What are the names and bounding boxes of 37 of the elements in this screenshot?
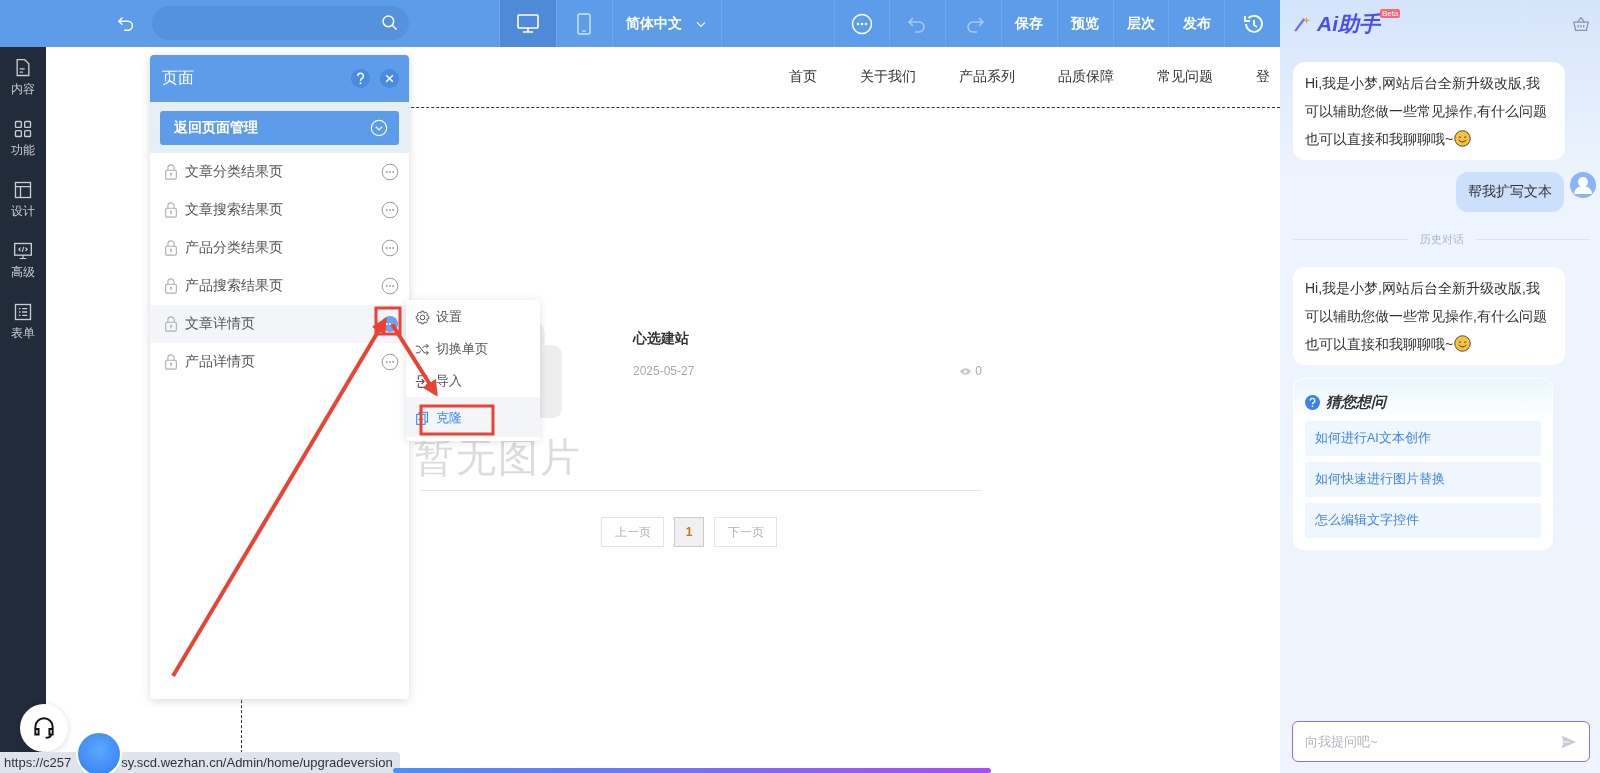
view-count: 0 [975, 364, 982, 378]
sidebar-item[interactable]: 设计 [0, 169, 46, 230]
menu-item[interactable]: 切换单页 [406, 333, 540, 365]
suggestion-item[interactable]: 怎么编辑文字控件 [1305, 503, 1541, 538]
chat-bubble: Hi,我是小梦,网站后台全新升级改版,我可以辅助您做一些常见操作,有什么问题也可以直接和我聊聊哦~ [1293, 267, 1565, 365]
nav-link[interactable]: 产品系列 [959, 68, 1015, 107]
page-list-item[interactable]: 产品分类结果页 [150, 229, 409, 267]
page-list-item[interactable]: 产品详情页 [150, 343, 409, 381]
chat-bubble: 帮我扩写文本 [1456, 172, 1564, 212]
chat-bubble: Hi,我是小梦,网站后台全新升级改版,我可以辅助您做一些常见操作,有什么问题也可以直接和我聊聊哦~ [1293, 62, 1565, 160]
status-url: https://c257 [4, 755, 72, 770]
page-list-item[interactable]: 文章分类结果页 [150, 153, 409, 191]
divider-label: 历史对话 [1293, 232, 1590, 247]
menu-item[interactable]: 导入 [406, 365, 540, 397]
page-list-item[interactable]: 产品搜索结果页 [150, 267, 409, 305]
article-title[interactable]: 心选建站 [633, 330, 982, 348]
sidebar-item[interactable]: 表单 [0, 291, 46, 352]
assistant-logo: Ai助手 [1317, 11, 1380, 37]
page-list-item[interactable]: 文章详情页 [150, 305, 409, 343]
article-date: 2025-05-27 [633, 364, 695, 378]
chat-input-field[interactable]: 向我提问吧~ [1292, 721, 1590, 762]
suggestion-item[interactable]: 如何快速进行图片替换 [1305, 462, 1541, 497]
sidebar-item[interactable]: 功能 [0, 108, 46, 169]
nav-link[interactable]: 关于我们 [860, 68, 916, 107]
nav-link[interactable]: 登 [1256, 68, 1270, 107]
sidebar-item[interactable]: 高级 [0, 230, 46, 291]
page-list-item[interactable]: 文章搜索结果页 [150, 191, 409, 229]
nav-link[interactable]: 首页 [789, 68, 817, 107]
menu-item[interactable]: 设置 [406, 301, 540, 333]
suggestion-item[interactable]: 如何进行AI文本创作 [1305, 421, 1541, 456]
nav-link[interactable]: 常见问题 [1157, 68, 1213, 107]
nav-link[interactable]: 品质保障 [1058, 68, 1114, 107]
status-url: sy.scd.wezhan.cn/Admin/home/upgradeversion [121, 755, 393, 770]
beta-badge: Beta [1380, 9, 1401, 18]
panel-title: 页面 [162, 68, 195, 88]
sidebar-item[interactable]: 内容 [0, 47, 46, 108]
suggestion-title: 猜您想问 [1326, 392, 1386, 412]
